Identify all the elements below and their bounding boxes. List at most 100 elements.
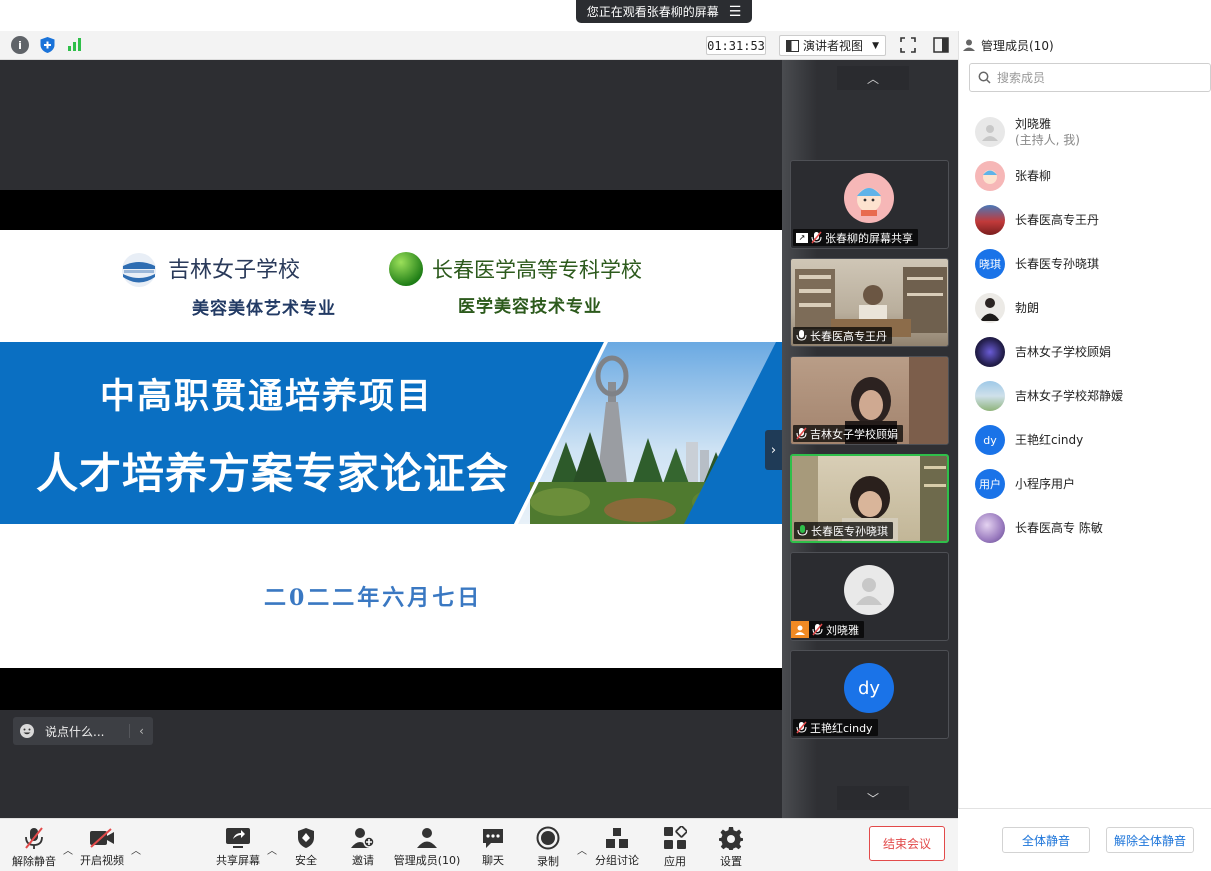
school1-major: 美容美体艺术专业 bbox=[192, 299, 336, 319]
add-person-icon bbox=[351, 826, 375, 849]
gallery-scroll-up[interactable]: ︿ bbox=[837, 66, 909, 90]
member-item[interactable]: 用户 小程序用户 bbox=[975, 466, 1205, 502]
mute-all-button[interactable]: 全体静音 bbox=[1002, 827, 1090, 853]
avatar: 晓琪 bbox=[975, 249, 1005, 279]
avatar: 用户 bbox=[975, 469, 1005, 499]
tile-label: 吉林女子学校顾娟 bbox=[793, 425, 903, 442]
avatar bbox=[975, 117, 1005, 147]
chat-placeholder: 说点什么... bbox=[45, 724, 105, 739]
avatar bbox=[975, 513, 1005, 543]
view-mode-select[interactable]: 演讲者视图 ▼ bbox=[779, 35, 886, 56]
video-tile[interactable]: 吉林女子学校顾娟 bbox=[790, 356, 949, 445]
school2-name: 长春医学高等专科学校 bbox=[432, 258, 642, 282]
chevron-up-icon[interactable]: ︿ bbox=[577, 842, 587, 857]
chevron-up-icon[interactable]: ︿ bbox=[131, 842, 141, 857]
member-item[interactable]: dy 王艳红cindy bbox=[975, 422, 1205, 458]
viewing-text: 您正在观看张春柳的屏幕 bbox=[586, 5, 719, 19]
member-name: 长春医高专 陈敏 bbox=[1015, 521, 1103, 535]
member-item[interactable]: 张春柳 bbox=[975, 158, 1205, 194]
search-icon bbox=[978, 71, 991, 84]
view-mode-label: 演讲者视图 bbox=[803, 39, 864, 53]
emoji-icon[interactable] bbox=[13, 723, 41, 739]
letterbox-top bbox=[0, 190, 782, 230]
tile-label: 王艳红cindy bbox=[793, 719, 878, 736]
chat-icon bbox=[481, 826, 505, 849]
school1-name: 吉林女子学校 bbox=[168, 258, 301, 283]
manage-members-button[interactable]: 管理成员(10) bbox=[393, 826, 461, 868]
video-tile[interactable]: 刘晓雅 bbox=[790, 552, 949, 641]
viewing-screen-badge[interactable]: 您正在观看张春柳的屏幕 ☰ bbox=[576, 0, 752, 23]
quick-chat-input[interactable]: 说点什么... ‹ bbox=[13, 717, 153, 745]
mic-off-icon bbox=[796, 427, 807, 440]
apps-button[interactable]: 应用 bbox=[660, 826, 690, 868]
avatar: dy bbox=[844, 663, 894, 713]
video-tile[interactable]: dy 王艳红cindy bbox=[790, 650, 949, 739]
member-role: (主持人, 我) bbox=[1015, 133, 1080, 147]
avatar bbox=[975, 381, 1005, 411]
mic-icon bbox=[796, 330, 807, 341]
members-icon bbox=[415, 826, 439, 849]
mic-off-icon bbox=[23, 826, 45, 850]
member-item[interactable]: 吉林女子学校郑静嫒 bbox=[975, 378, 1205, 414]
share-screen-button[interactable]: 共享屏幕 bbox=[214, 826, 262, 868]
tile-label: ↗ 张春柳的屏幕共享 bbox=[793, 229, 918, 246]
gallery-scroll-down[interactable]: ﹀ bbox=[837, 786, 909, 810]
record-icon bbox=[536, 826, 560, 850]
gear-icon bbox=[719, 826, 743, 850]
member-name: 吉林女子学校郑静嫒 bbox=[1015, 389, 1124, 403]
record-button[interactable]: 录制 bbox=[533, 826, 563, 868]
mic-active-icon bbox=[797, 525, 808, 536]
tile-label: 长春医高专王丹 bbox=[793, 327, 892, 344]
security-button[interactable]: 安全 bbox=[288, 826, 324, 868]
screen-share-icon: ↗ bbox=[796, 232, 808, 243]
settings-button[interactable]: 设置 bbox=[716, 826, 746, 868]
member-item[interactable]: 长春医高专王丹 bbox=[975, 202, 1205, 238]
unmute-button[interactable]: 解除静音 bbox=[10, 826, 58, 868]
signal-icon[interactable] bbox=[67, 37, 83, 52]
chevron-up-icon[interactable]: ︿ bbox=[63, 842, 73, 857]
video-tile[interactable]: 长春医高专王丹 bbox=[790, 258, 949, 347]
letterbox-bottom bbox=[0, 668, 782, 710]
chat-button[interactable]: 聊天 bbox=[478, 826, 508, 868]
changchun-school-logo bbox=[388, 250, 424, 288]
breakout-rooms-button[interactable]: 分组讨论 bbox=[593, 826, 641, 868]
avatar: dy bbox=[975, 425, 1005, 455]
chevron-left-icon[interactable]: ‹ bbox=[129, 724, 153, 738]
collapse-gallery-button[interactable]: › bbox=[765, 430, 782, 470]
member-item[interactable]: 吉林女子学校顾娟 bbox=[975, 334, 1205, 370]
member-name: 勃朗 bbox=[1015, 301, 1040, 315]
toggle-sidebar-icon[interactable] bbox=[933, 37, 949, 53]
shield-icon bbox=[296, 826, 316, 849]
video-tile-active[interactable]: 长春医专孙晓琪 bbox=[790, 454, 949, 543]
member-item[interactable]: 勃朗 bbox=[975, 290, 1205, 326]
top-strip bbox=[0, 0, 958, 31]
avatar bbox=[844, 565, 894, 615]
jilin-school-logo bbox=[121, 252, 157, 288]
title-banner: 中高职贯通培养项目 人才培养方案专家论证会 bbox=[0, 342, 782, 524]
unmute-all-button[interactable]: 解除全体静音 bbox=[1106, 827, 1194, 853]
avatar bbox=[975, 205, 1005, 235]
video-tile[interactable]: ↗ 张春柳的屏幕共享 bbox=[790, 160, 949, 249]
invite-button[interactable]: 邀请 bbox=[346, 826, 380, 868]
menu-icon[interactable]: ☰ bbox=[729, 4, 742, 20]
info-icon[interactable]: i bbox=[11, 36, 29, 54]
member-name: 长春医专孙晓琪 bbox=[1015, 257, 1100, 271]
member-search-input[interactable]: 搜索成员 bbox=[969, 63, 1211, 92]
mic-off-icon bbox=[796, 721, 807, 734]
member-name: 小程序用户 bbox=[1015, 477, 1076, 491]
members-panel-title: 管理成员(10) bbox=[962, 35, 1054, 55]
mic-off-icon bbox=[811, 231, 822, 244]
member-name: 王艳红cindy bbox=[1015, 433, 1084, 447]
fullscreen-icon[interactable] bbox=[900, 37, 916, 53]
chevron-up-icon[interactable]: ︿ bbox=[267, 842, 277, 857]
avatar bbox=[844, 173, 894, 223]
breakout-icon bbox=[605, 826, 629, 849]
slide-title-1: 中高职贯通培养项目 bbox=[100, 376, 434, 417]
end-meeting-button[interactable]: 结束会议 bbox=[869, 826, 945, 861]
member-item[interactable]: 长春医高专 陈敏 bbox=[975, 510, 1205, 546]
shield-icon[interactable] bbox=[39, 36, 56, 54]
start-video-button[interactable]: 开启视频 bbox=[78, 826, 126, 868]
member-item[interactable]: 晓琪 长春医专孙晓琪 bbox=[975, 246, 1205, 282]
member-item[interactable]: 刘晓雅 (主持人, 我) bbox=[975, 114, 1205, 150]
tile-label: 长春医专孙晓琪 bbox=[794, 522, 893, 539]
